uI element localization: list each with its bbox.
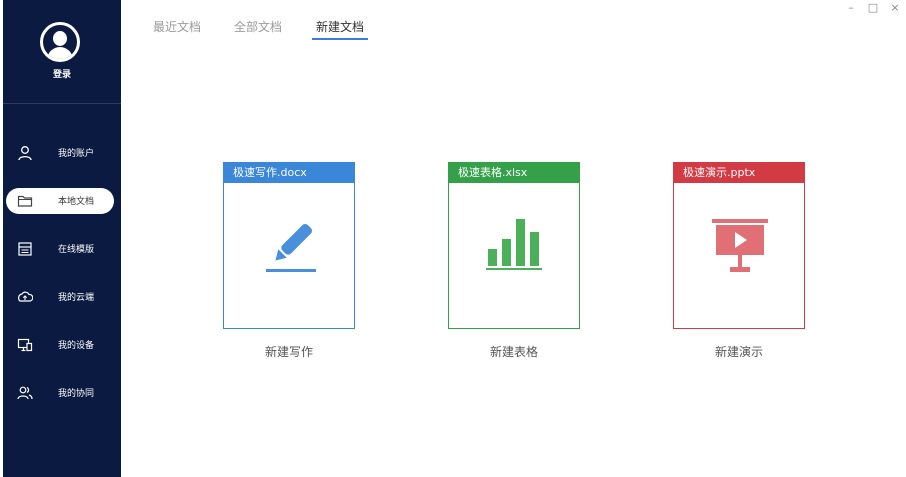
tab-new-doc[interactable]: 新建文档	[316, 18, 364, 35]
sidebar-item-collaboration[interactable]: 我的协同	[6, 380, 114, 406]
devices-icon	[17, 338, 33, 352]
sidebar-item-local-docs[interactable]: 本地文档	[6, 188, 114, 214]
pen-icon	[266, 224, 316, 272]
new-spreadsheet-caption[interactable]: 新建表格	[448, 343, 580, 360]
avatar[interactable]	[40, 22, 80, 62]
new-spreadsheet-card[interactable]: 极速表格.xlsx	[448, 162, 580, 329]
template-icon	[18, 242, 32, 256]
card-body	[449, 183, 579, 328]
sidebar-item-label: 在线模版	[58, 245, 95, 255]
sidebar-item-label: 本地文档	[58, 197, 95, 207]
avatar-body	[47, 47, 73, 59]
active-tab-indicator	[312, 38, 368, 40]
sidebar-item-my-devices[interactable]: 我的设备	[6, 332, 114, 358]
new-writing-card[interactable]: 极速写作.docx	[223, 162, 355, 329]
card-header: 极速表格.xlsx	[449, 163, 579, 183]
avatar-head	[53, 31, 67, 46]
new-presentation-caption[interactable]: 新建演示	[673, 343, 805, 360]
collaboration-icon	[17, 386, 33, 400]
card-header: 极速演示.pptx	[674, 163, 804, 183]
login-link[interactable]: 登录	[3, 67, 121, 80]
card-header: 极速写作.docx	[224, 163, 354, 183]
sidebar-divider	[3, 103, 121, 104]
user-icon	[18, 146, 32, 161]
sidebar-item-label: 我的云端	[58, 293, 95, 303]
sidebar: 登录 我的账户 本地文档 在线模版 我的云端 我的设备 我的协同	[3, 0, 121, 477]
app-window: 登录 我的账户 本地文档 在线模版 我的云端 我的设备 我的协同 最近文档 全部…	[0, 0, 906, 477]
bar-chart-icon	[486, 219, 542, 270]
sidebar-item-online-templates[interactable]: 在线模版	[6, 236, 114, 262]
sidebar-item-my-cloud[interactable]: 我的云端	[6, 284, 114, 310]
folder-icon	[17, 195, 33, 207]
maximize-button[interactable]: □	[867, 1, 879, 14]
cloud-upload-icon	[18, 291, 33, 302]
presentation-icon	[712, 219, 768, 272]
new-writing-caption[interactable]: 新建写作	[223, 343, 355, 360]
sidebar-item-label: 我的设备	[58, 341, 95, 351]
tab-all-docs[interactable]: 全部文档	[234, 18, 282, 35]
sidebar-item-label: 我的协同	[58, 389, 95, 399]
card-body	[224, 183, 354, 328]
close-button[interactable]: ×	[889, 1, 901, 14]
new-presentation-card[interactable]: 极速演示.pptx	[673, 162, 805, 329]
minimize-button[interactable]: –	[845, 1, 857, 14]
card-body	[674, 183, 804, 328]
tab-recent-docs[interactable]: 最近文档	[153, 18, 201, 35]
sidebar-item-my-account[interactable]: 我的账户	[6, 140, 114, 166]
sidebar-item-label: 我的账户	[58, 149, 95, 159]
